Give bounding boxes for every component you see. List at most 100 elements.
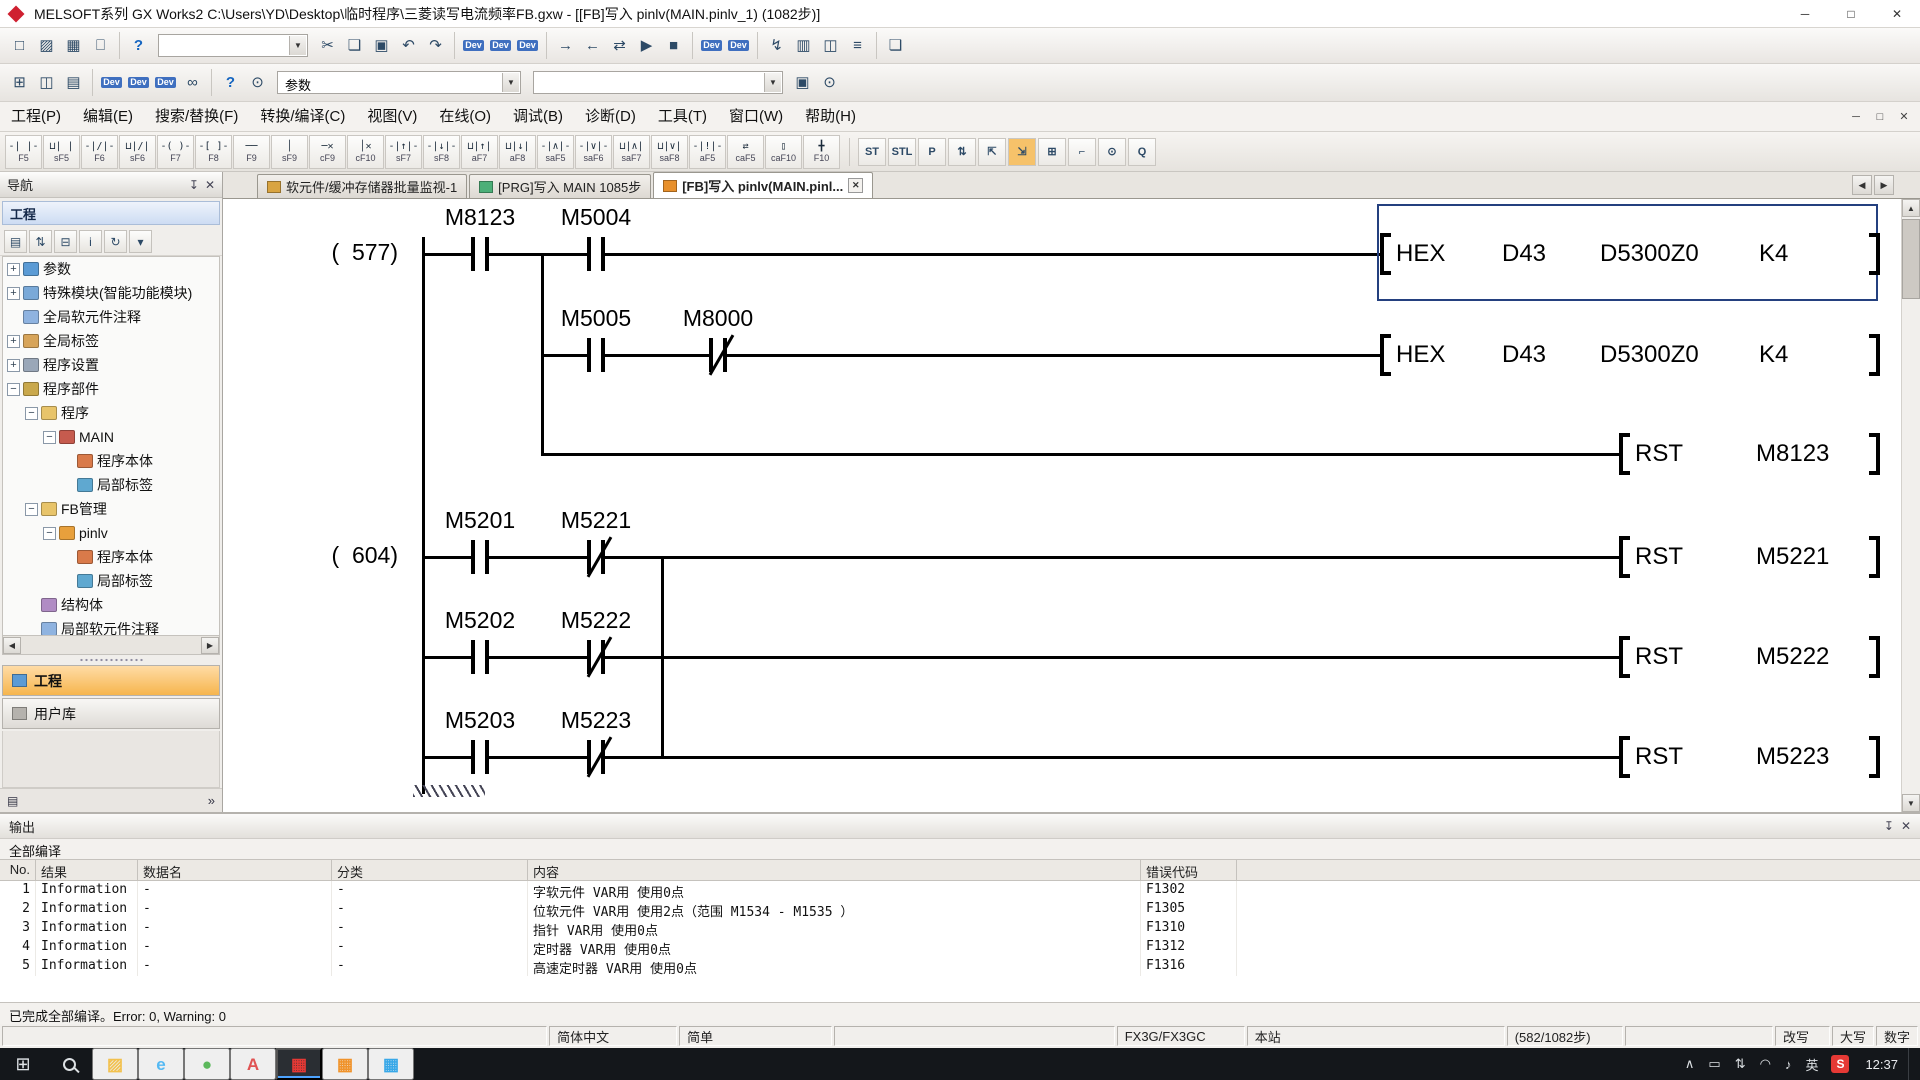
new-project-icon[interactable]: □ <box>6 32 33 59</box>
ladder-symbol-button[interactable]: ⊔|∨| saF8 <box>651 135 688 169</box>
docking-window-icon[interactable]: ◫ <box>33 69 60 96</box>
online-program-change-icon[interactable]: ↯ <box>763 32 790 59</box>
paste-icon[interactable]: ▣ <box>368 32 395 59</box>
search-button[interactable] <box>46 1048 92 1080</box>
tab-device-buffer-monitor[interactable]: 软元件/缓冲存储器批量监视-1 <box>257 174 467 198</box>
instruction-operand[interactable]: D5300Z0 <box>1600 240 1699 268</box>
mdi-close-button[interactable]: ✕ <box>1892 105 1916 129</box>
maximize-button[interactable]: □ <box>1828 0 1874 28</box>
display-setting-icon[interactable]: ▤ <box>4 230 27 253</box>
menu-item[interactable]: 搜索/替换(F) <box>144 102 249 131</box>
app-blue-icon[interactable]: ▦ <box>368 1048 414 1080</box>
instruction-operand[interactable]: D43 <box>1502 341 1546 369</box>
more-buttons-chevron[interactable]: » <box>208 793 215 808</box>
tree-item[interactable]: + 特殊模块(智能功能模块) <box>3 281 219 305</box>
info-icon[interactable]: i <box>79 230 102 253</box>
find-icon[interactable]: ⊙ <box>244 69 271 96</box>
ladder-display-icon[interactable]: ▤ <box>60 69 87 96</box>
ladder-symbol-button[interactable]: ⊔|/| sF6 <box>119 135 156 169</box>
instruction-operand[interactable]: K4 <box>1759 240 1788 268</box>
hidden-icons-chevron[interactable]: ∧ <box>1678 1048 1702 1080</box>
device-batch-icon[interactable]: Dev <box>514 32 541 59</box>
chevron-down-icon[interactable]: ▼ <box>502 73 519 92</box>
project-view-button[interactable]: 工程 <box>2 665 220 696</box>
scroll-down-icon[interactable]: ▼ <box>1902 794 1920 812</box>
inline-st-icon[interactable]: ST <box>858 138 886 166</box>
tree-item[interactable]: − MAIN <box>3 425 219 449</box>
tree-expander[interactable]: + <box>7 287 20 300</box>
ladder-symbol-button[interactable]: -( )- F7 <box>157 135 194 169</box>
menu-item[interactable]: 帮助(H) <box>794 102 867 131</box>
menu-item[interactable]: 在线(O) <box>428 102 502 131</box>
mdi-restore-button[interactable]: □ <box>1868 105 1892 129</box>
device-test-icon[interactable]: Dev <box>698 32 725 59</box>
contact-m5203[interactable]: M5203 <box>471 740 489 774</box>
instruction-rst[interactable]: RST <box>1635 543 1683 571</box>
gx-works2-icon[interactable]: ▦ <box>276 1048 322 1080</box>
note-display-icon[interactable]: ⇲ <box>1008 138 1036 166</box>
scrollbar-thumb[interactable] <box>1902 219 1920 299</box>
table-row[interactable]: 4 Information - - 定时器 VAR用 使用0点 F1312 <box>0 938 1920 957</box>
device-comment-display-icon[interactable]: Dev <box>98 69 125 96</box>
contact-m5201[interactable]: M5201 <box>471 540 489 574</box>
contact-m5004[interactable]: M5004 <box>587 237 605 271</box>
instruction-rst[interactable]: RST <box>1635 643 1683 671</box>
cut-icon[interactable]: ✂ <box>314 32 341 59</box>
find-device-icon[interactable]: ⊙ <box>1098 138 1126 166</box>
tree-expander[interactable] <box>61 551 74 564</box>
app-orange-icon[interactable]: ▦ <box>322 1048 368 1080</box>
contact-m5221-nc[interactable]: M5221 <box>587 540 605 574</box>
ladder-symbol-button[interactable]: -|/|- F6 <box>81 135 118 169</box>
print-icon[interactable]: ⎕ <box>87 32 114 59</box>
ladder-symbol-button[interactable]: ⊔| | sF5 <box>43 135 80 169</box>
pointer-branch-icon[interactable]: P <box>918 138 946 166</box>
menu-item[interactable]: 调试(B) <box>502 102 574 131</box>
secondary-combo[interactable]: ▼ <box>533 71 783 94</box>
user-library-button[interactable]: 用户库 <box>2 698 220 729</box>
tree-expander[interactable]: + <box>7 263 20 276</box>
menu-item[interactable]: 视图(V) <box>356 102 428 131</box>
ime-indicator[interactable]: 英 <box>1798 1048 1825 1080</box>
statement-display-icon[interactable]: ⇱ <box>978 138 1006 166</box>
window-split-icon[interactable]: ◫ <box>817 32 844 59</box>
tree-item[interactable]: − 程序 <box>3 401 219 425</box>
write-to-plc-icon[interactable]: → <box>552 32 579 59</box>
tree-item[interactable]: 程序本体 <box>3 545 219 569</box>
mdi-minimize-button[interactable]: ─ <box>1844 105 1868 129</box>
ladder-symbol-button[interactable]: ⇄ caF5 <box>727 135 764 169</box>
device-monitor-icon[interactable]: Dev <box>152 69 179 96</box>
contact-m5202[interactable]: M5202 <box>471 640 489 674</box>
vertical-scrollbar[interactable]: ▲ ▼ <box>1901 199 1920 812</box>
menu-item[interactable]: 诊断(D) <box>574 102 647 131</box>
watch-window-icon[interactable]: ∞ <box>179 69 206 96</box>
instruction-rst[interactable]: RST <box>1635 743 1683 771</box>
start-monitor-icon[interactable]: ▶ <box>633 32 660 59</box>
save-project-icon[interactable]: ▦ <box>60 32 87 59</box>
tree-expander[interactable]: − <box>43 527 56 540</box>
table-row[interactable]: 5 Information - - 高速定时器 VAR用 使用0点 F1316 <box>0 957 1920 976</box>
tab-close-icon[interactable]: ✕ <box>848 178 863 193</box>
wifi-icon[interactable]: ◠ <box>1753 1048 1778 1080</box>
filter-icon[interactable]: ▾ <box>129 230 152 253</box>
list-display-icon[interactable]: ≡ <box>844 32 871 59</box>
ladder-symbol-button[interactable]: ⊔|↑| aF7 <box>461 135 498 169</box>
zoom-icon[interactable]: ⊙ <box>816 69 843 96</box>
menu-item[interactable]: 转换/编译(C) <box>249 102 356 131</box>
zoom-ladder-icon[interactable]: Q <box>1128 138 1156 166</box>
tree-item[interactable]: + 全局标签 <box>3 329 219 353</box>
tab-scroll-right-icon[interactable]: ▶ <box>1874 175 1894 195</box>
tree-item[interactable]: + 参数 <box>3 257 219 281</box>
menu-item[interactable]: 工具(T) <box>647 102 718 131</box>
ladder-symbol-button[interactable]: ⊔|∧| saF7 <box>613 135 650 169</box>
tab-scroll-left-icon[interactable]: ◀ <box>1852 175 1872 195</box>
ladder-symbol-button[interactable]: ▯ caF10 <box>765 135 802 169</box>
ladder-symbol-button[interactable]: │✕ cF10 <box>347 135 384 169</box>
help-icon[interactable]: ? <box>217 69 244 96</box>
table-row[interactable]: 3 Information - - 指针 VAR用 使用0点 F1310 <box>0 919 1920 938</box>
internet-explorer-icon[interactable]: e <box>138 1048 184 1080</box>
tree-expander[interactable] <box>61 575 74 588</box>
window-switch-icon[interactable]: ❏ <box>882 32 909 59</box>
tree-expander[interactable]: − <box>43 431 56 444</box>
device-memory-icon[interactable]: Dev <box>487 32 514 59</box>
contact-m5223-nc[interactable]: M5223 <box>587 740 605 774</box>
